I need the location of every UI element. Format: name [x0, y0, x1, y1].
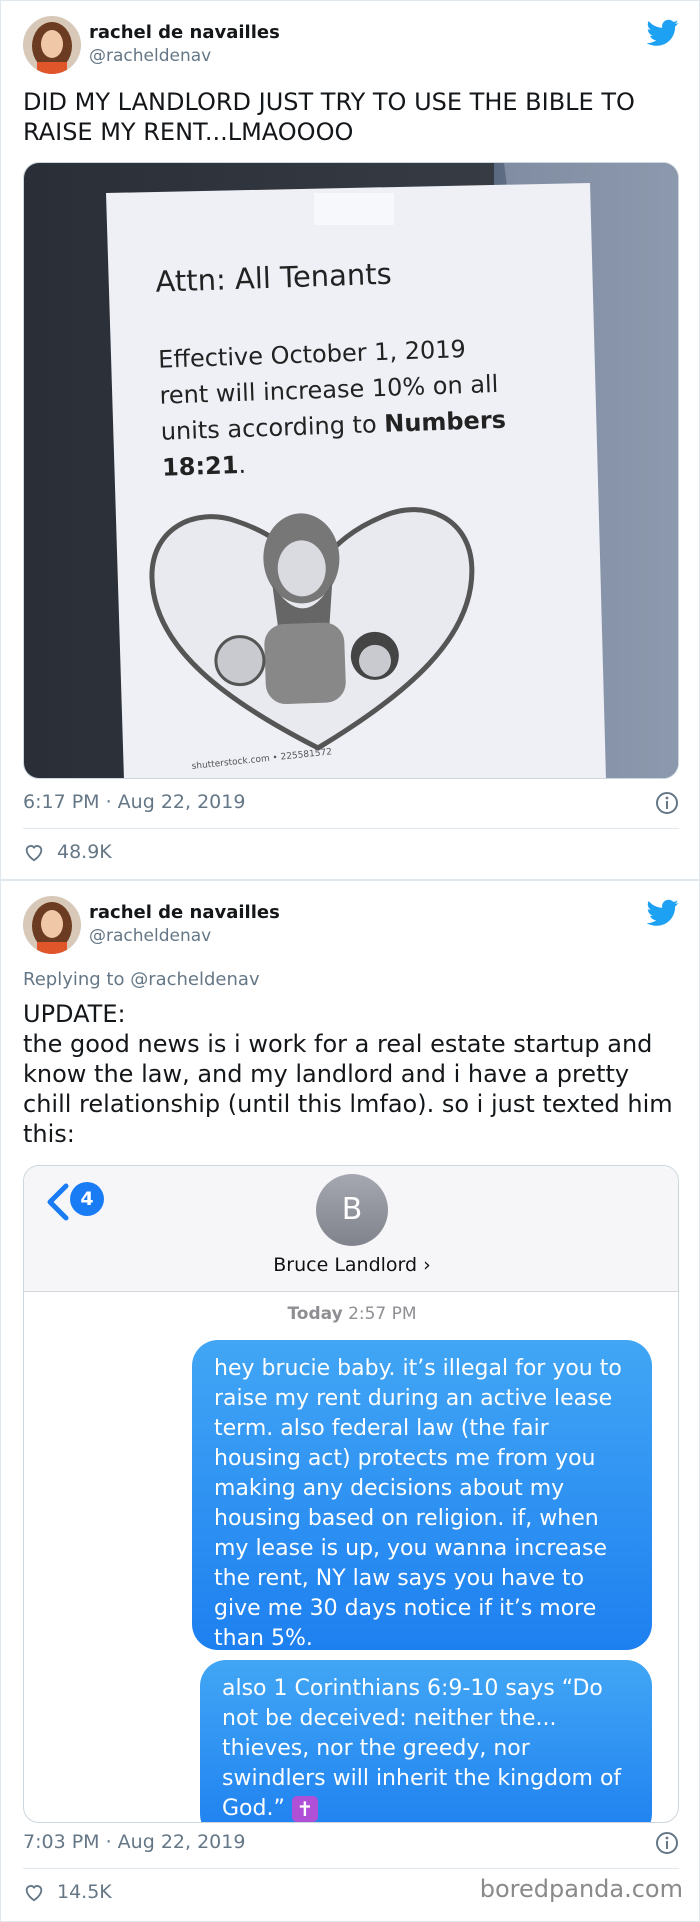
tweet-photo[interactable]: Attn: All Tenants Effective October 1, 2… [23, 162, 679, 779]
tweet-timestamp[interactable]: 6:17 PM · Aug 22, 2019 [23, 791, 245, 813]
contact-name[interactable]: Bruce Landlord › [24, 1254, 678, 1276]
message-bubble[interactable]: hey brucie baby. it’s illegal for you to… [192, 1340, 652, 1651]
imessage-screenshot[interactable]: 4 B Bruce Landlord › Today 2:57 PM hey b… [23, 1165, 679, 1823]
unread-count-badge[interactable]: 4 [70, 1182, 104, 1216]
twitter-bird-icon[interactable] [646, 899, 679, 927]
likes-count: 14.5K [57, 1881, 112, 1903]
tweet-text-heading: UPDATE: [23, 1000, 126, 1028]
sign-line-4: 18:21. [162, 451, 247, 482]
divider [23, 1868, 679, 1869]
likes-row[interactable]: 14.5K [23, 1881, 112, 1903]
message-timestamp: Today 2:57 PM [287, 1304, 417, 1324]
back-chevron-icon[interactable] [44, 1182, 70, 1222]
heart-icon[interactable] [23, 1881, 45, 1903]
author-name[interactable]: rachel de navailles [89, 22, 280, 43]
divider [23, 828, 679, 829]
latin-cross-emoji-icon: ✝ [291, 1796, 318, 1822]
author-avatar[interactable] [23, 896, 81, 954]
author-handle[interactable]: @racheldenav [89, 926, 211, 946]
tweet-text: the good news is i work for a real estat… [23, 1030, 673, 1148]
replying-to[interactable]: Replying to @racheldenav [23, 969, 260, 990]
twitter-bird-icon[interactable] [646, 19, 679, 47]
author-avatar[interactable] [23, 16, 81, 74]
message-bubble[interactable]: also 1 Corinthians 6:9-10 says “Do not b… [200, 1660, 652, 1822]
watermark: boredpanda.com [479, 1875, 683, 1903]
tweet-text: DID MY LANDLORD JUST TRY TO USE THE BIBL… [23, 88, 635, 146]
likes-count: 48.9K [57, 841, 112, 863]
author-name[interactable]: rachel de navailles [89, 902, 280, 923]
imessage-header: 4 B Bruce Landlord › [24, 1166, 678, 1292]
tweet-card: rachel de navailles @racheldenav Replyin… [0, 880, 700, 1922]
tweet-card: rachel de navailles @racheldenav DID MY … [0, 0, 700, 880]
tweet-timestamp[interactable]: 7:03 PM · Aug 22, 2019 [23, 1831, 245, 1853]
heart-icon[interactable] [23, 841, 45, 863]
info-icon[interactable] [655, 791, 679, 815]
contact-avatar[interactable]: B [316, 1174, 388, 1246]
author-handle[interactable]: @racheldenav [89, 46, 211, 66]
info-icon[interactable] [655, 1831, 679, 1855]
likes-row[interactable]: 48.9K [23, 841, 112, 863]
